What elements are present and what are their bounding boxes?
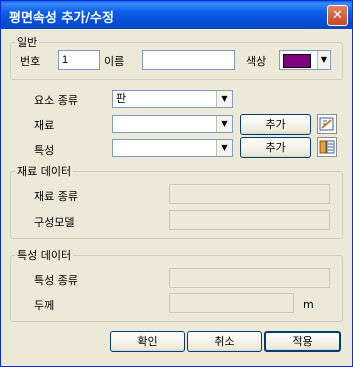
apply-button[interactable]: 적용 <box>264 331 341 352</box>
window-title: 평면속성 추가/수정 <box>9 11 114 26</box>
chevron-down-icon: ▼ <box>216 116 232 132</box>
name-input[interactable] <box>142 50 235 70</box>
add-material-button[interactable]: 추가 <box>240 114 311 135</box>
thickness-field <box>169 293 294 313</box>
chevron-down-icon: ▼ <box>216 91 232 107</box>
name-label: 이름 <box>104 55 125 68</box>
color-swatch <box>283 54 311 68</box>
material-library-button[interactable] <box>317 114 337 134</box>
material-library-icon <box>319 117 334 131</box>
material-data-legend: 재료 데이터 <box>17 165 72 178</box>
material-type-label: 재료 종류 <box>34 190 78 203</box>
add-property-button[interactable]: 추가 <box>240 137 311 158</box>
general-legend: 일반 <box>17 36 38 49</box>
material-type-field <box>169 184 330 204</box>
title-bar[interactable]: 평면속성 추가/수정 ✕ <box>1 1 352 29</box>
material-label: 재료 <box>34 119 55 132</box>
chevron-down-icon: ▼ <box>317 51 330 69</box>
constitutive-model-label: 구성모델 <box>34 216 75 229</box>
close-icon: ✕ <box>332 8 343 23</box>
cancel-button[interactable]: 취소 <box>187 331 262 352</box>
dialog-window: 평면속성 추가/수정 ✕ 일반 번호 이름 색상 ▼ 요소 종류 판 ▼ 재료 … <box>0 0 353 367</box>
color-picker[interactable]: ▼ <box>279 50 331 70</box>
color-label: 색상 <box>246 55 267 68</box>
property-library-icon <box>319 140 335 154</box>
property-select[interactable]: ▼ <box>112 139 233 157</box>
chevron-down-icon: ▼ <box>216 140 232 156</box>
close-button[interactable]: ✕ <box>327 5 348 26</box>
element-type-select[interactable]: 판 ▼ <box>112 90 233 108</box>
number-input[interactable] <box>58 50 100 70</box>
property-data-legend: 특성 데이터 <box>17 249 72 262</box>
material-select[interactable]: ▼ <box>112 115 233 133</box>
property-library-button[interactable] <box>317 137 337 157</box>
thickness-label: 두께 <box>34 299 55 312</box>
element-type-value: 판 <box>116 92 127 105</box>
property-label: 특성 <box>34 144 55 157</box>
thickness-unit: m <box>303 298 314 311</box>
element-type-label: 요소 종류 <box>34 94 78 107</box>
property-type-field <box>169 268 330 288</box>
ok-button[interactable]: 확인 <box>110 331 185 352</box>
constitutive-model-field <box>169 210 330 230</box>
property-type-label: 특성 종류 <box>34 274 78 287</box>
number-label: 번호 <box>20 55 41 68</box>
